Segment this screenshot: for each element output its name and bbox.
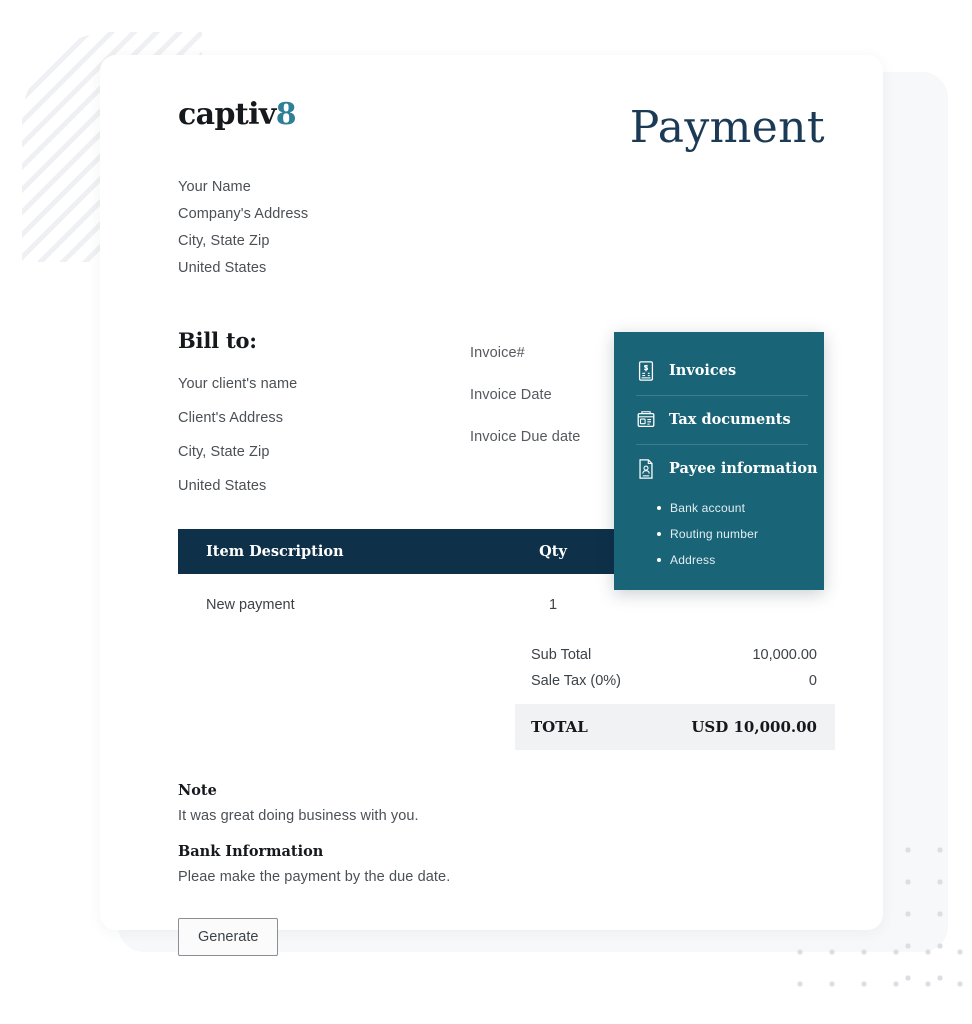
documents-menu-overlay: Invoices Tax documents Payee information… (614, 332, 824, 590)
invoice-document-icon (638, 360, 654, 381)
totals-block: Sub Total 10,000.00 Sale Tax (0%) 0 TOTA… (515, 642, 835, 750)
bill-to-line: City, State Zip (178, 444, 270, 460)
brand-logo-text: captiv (178, 97, 276, 132)
bank-information-heading: Bank Information (178, 843, 324, 860)
sale-tax-label: Sale Tax (0%) (531, 673, 621, 689)
sublist-item-bank-account[interactable]: Bank account (657, 495, 824, 521)
sublist-item-address[interactable]: Address (657, 547, 824, 573)
sender-address-block: Your Name Company's Address City, State … (178, 174, 825, 282)
bill-to-line: Your client's name (178, 376, 298, 392)
sender-line: City, State Zip (178, 233, 270, 249)
invoice-number-label: Invoice# (470, 345, 525, 361)
menu-item-invoices[interactable]: Invoices (614, 346, 824, 395)
sender-line: Company's Address (178, 206, 309, 222)
sub-total-label: Sub Total (531, 647, 592, 663)
note-heading: Note (178, 782, 217, 799)
menu-item-label: Payee information (669, 460, 818, 477)
payee-card-icon (639, 458, 653, 479)
grand-total-row: TOTAL USD 10,000.00 (515, 704, 835, 750)
generate-button[interactable]: Generate (178, 918, 279, 956)
brand-logo-accent: 8 (275, 97, 297, 132)
grand-total-value: USD 10,000.00 (691, 718, 817, 736)
notes-section: Note It was great doing business with yo… (178, 782, 825, 956)
sender-line: United States (178, 260, 267, 276)
cell-qty: 1 (548, 597, 558, 613)
menu-item-label: Invoices (669, 362, 737, 379)
menu-item-payee-information[interactable]: Payee information (614, 444, 824, 493)
invoice-header: captiv8 Payment (178, 100, 825, 150)
invoice-date-label: Invoice Date (470, 387, 552, 403)
invoice-due-date-label: Invoice Due date (470, 429, 581, 445)
sublist-item-routing-number[interactable]: Routing number (657, 521, 824, 547)
page-title: Payment (629, 102, 825, 153)
bill-to-heading: Bill to: (178, 328, 257, 353)
sender-line: Your Name (178, 179, 251, 195)
brand-logo: captiv8 (178, 97, 297, 132)
note-body: It was great doing business with you. (178, 808, 419, 824)
sub-total-value: 10,000.00 (752, 647, 817, 663)
column-header-qty: Qty (539, 543, 567, 560)
payee-information-sublist: Bank account Routing number Address (614, 495, 824, 573)
menu-item-tax-documents[interactable]: Tax documents (614, 395, 824, 444)
sale-tax-row: Sale Tax (0%) 0 (515, 668, 835, 694)
tax-document-icon (637, 410, 655, 427)
bill-to-line: Client's Address (178, 410, 284, 426)
menu-item-label: Tax documents (669, 411, 791, 428)
bill-to-block: Bill to: Your client's name Client's Add… (178, 328, 470, 503)
bill-to-line: United States (178, 478, 267, 494)
cell-description: New payment (206, 597, 295, 613)
bank-information-body: Pleae make the payment by the due date. (178, 869, 451, 885)
sub-total-row: Sub Total 10,000.00 (515, 642, 835, 668)
sale-tax-value: 0 (808, 673, 817, 689)
grand-total-label: TOTAL (531, 718, 588, 736)
column-header-description: Item Description (206, 543, 344, 560)
